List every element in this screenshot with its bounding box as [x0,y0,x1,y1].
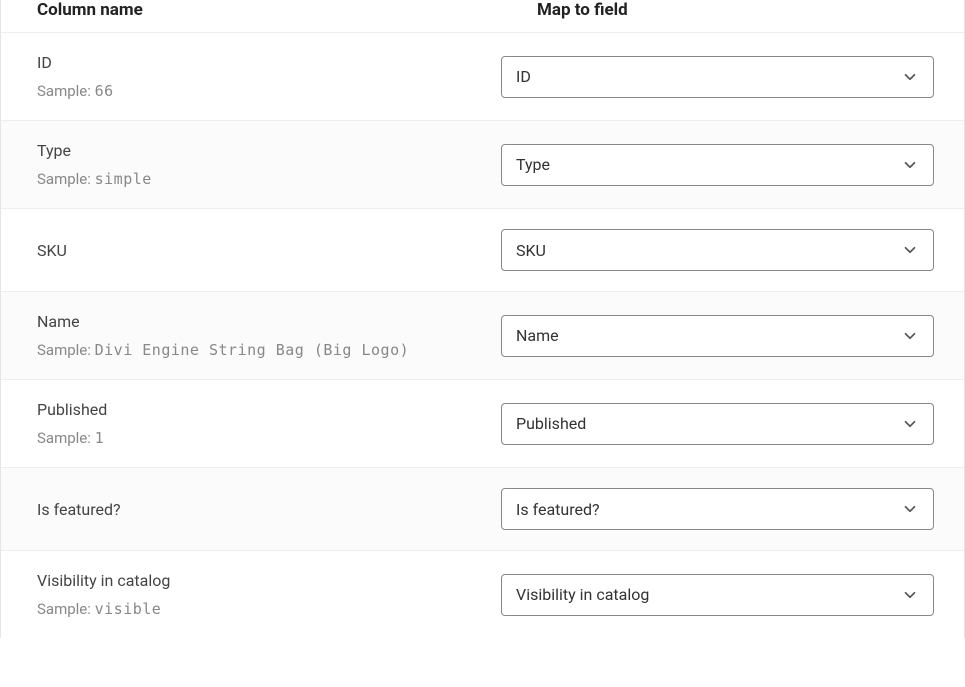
select-value: ID [516,67,531,86]
table-row: SKU SKU [1,208,964,291]
chevron-down-icon [901,156,919,174]
column-cell: Is featured? [1,500,501,519]
column-name-label: Published [37,400,465,419]
chevron-down-icon [901,327,919,345]
chevron-down-icon [901,241,919,259]
table-row: Visibility in catalog Sample: visible Vi… [1,550,964,638]
chevron-down-icon [901,586,919,604]
sample-value: 1 [95,429,105,447]
header-map-to-field: Map to field [501,0,964,20]
sample-label: Sample: [37,170,91,188]
map-cell: Visibility in catalog [501,574,964,616]
column-name-label: ID [37,53,465,72]
map-to-field-select[interactable]: Name [501,315,934,357]
column-cell: Type Sample: simple [1,141,501,188]
map-cell: Is featured? [501,488,964,530]
select-value: Type [516,155,550,174]
sample-value: Divi Engine String Bag (Big Logo) [95,341,410,359]
column-sample: Sample: visible [37,600,465,618]
table-row: Type Sample: simple Type [1,120,964,208]
column-name-label: Type [37,141,465,160]
column-name-label: SKU [37,241,465,260]
column-cell: SKU [1,241,501,260]
column-name-label: Name [37,312,465,331]
map-to-field-select[interactable]: Is featured? [501,488,934,530]
chevron-down-icon [901,68,919,86]
map-to-field-select[interactable]: Visibility in catalog [501,574,934,616]
sample-value: simple [95,170,152,188]
chevron-down-icon [901,415,919,433]
sample-value: 66 [95,82,114,100]
select-value: Is featured? [516,500,600,519]
select-value: Published [516,414,586,433]
map-cell: Published [501,403,964,445]
sample-label: Sample: [37,600,91,618]
table-row: Name Sample: Divi Engine String Bag (Big… [1,291,964,379]
sample-label: Sample: [37,341,91,359]
map-cell: Type [501,144,964,186]
column-name-label: Visibility in catalog [37,571,465,590]
map-to-field-select[interactable]: ID [501,56,934,98]
sample-label: Sample: [37,82,91,100]
column-sample: Sample: Divi Engine String Bag (Big Logo… [37,341,465,359]
column-sample: Sample: 66 [37,82,465,100]
map-to-field-select[interactable]: Type [501,144,934,186]
column-sample: Sample: simple [37,170,465,188]
column-cell: Published Sample: 1 [1,400,501,447]
map-cell: SKU [501,229,964,271]
select-value: Visibility in catalog [516,585,649,604]
sample-label: Sample: [37,429,91,447]
select-value: Name [516,326,559,345]
map-cell: ID [501,56,964,98]
column-cell: Name Sample: Divi Engine String Bag (Big… [1,312,501,359]
column-cell: ID Sample: 66 [1,53,501,100]
map-to-field-select[interactable]: SKU [501,229,934,271]
table-row: Published Sample: 1 Published [1,379,964,467]
table-row: Is featured? Is featured? [1,467,964,550]
sample-value: visible [95,600,162,618]
select-value: SKU [516,241,546,260]
chevron-down-icon [901,500,919,518]
table-header: Column name Map to field [1,0,964,32]
column-sample: Sample: 1 [37,429,465,447]
map-to-field-select[interactable]: Published [501,403,934,445]
table-row: ID Sample: 66 ID [1,32,964,120]
column-cell: Visibility in catalog Sample: visible [1,571,501,618]
mapping-table: Column name Map to field ID Sample: 66 I… [0,0,965,638]
column-name-label: Is featured? [37,500,465,519]
header-column-name: Column name [1,0,501,20]
map-cell: Name [501,315,964,357]
